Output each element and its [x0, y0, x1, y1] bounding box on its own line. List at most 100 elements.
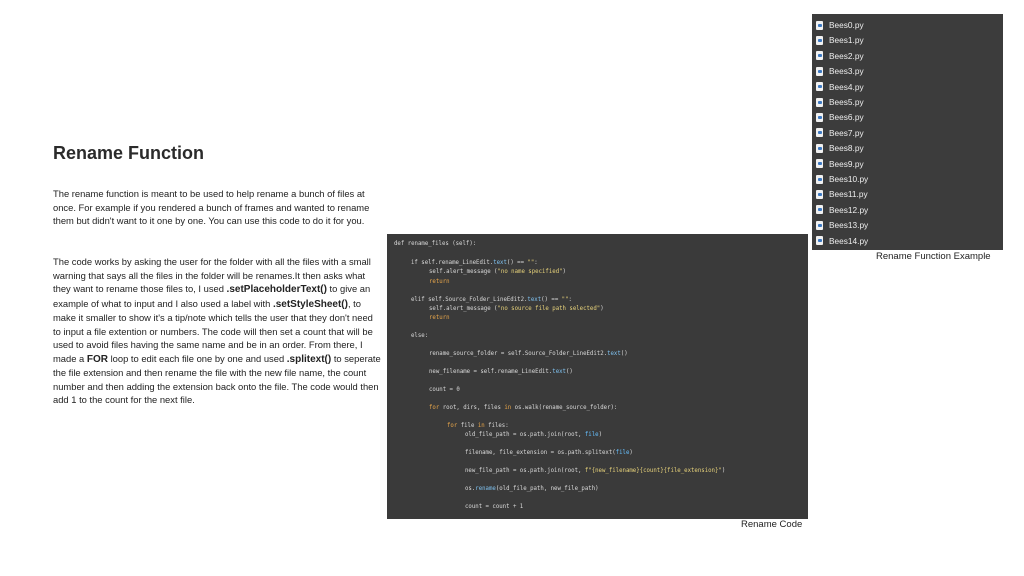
- file-name: Bees11.py: [829, 189, 868, 200]
- code-line: self.alert_message ("no name specified"): [429, 269, 566, 275]
- code-line: new_filename = self.rename_LineEdit.text…: [429, 369, 573, 375]
- code-token: self.alert_message (: [429, 269, 498, 275]
- python-file-icon: [816, 97, 823, 107]
- python-file-icon: [816, 35, 823, 45]
- code-line: def rename_files (self):: [394, 241, 476, 247]
- code-token: os.: [465, 486, 476, 492]
- python-file-icon: [816, 128, 823, 138]
- code-token: ): [562, 269, 566, 275]
- python-file-icon: [816, 143, 823, 153]
- method-setstylesheet: .setStyleSheet(): [272, 298, 348, 310]
- file-name: Bees13.py: [829, 220, 869, 231]
- file-item: Bees3.py: [816, 64, 864, 78]
- intro-paragraph: The rename function is meant to be used …: [53, 188, 370, 226]
- code-token: count = 0: [429, 387, 460, 393]
- python-file-icon: [816, 20, 823, 30]
- code-token: if self.rename_LineEdit.: [411, 260, 494, 266]
- file-item: Bees11.py: [816, 187, 868, 201]
- code-token: return: [429, 315, 450, 321]
- code-token: file: [615, 450, 630, 456]
- code-line: for file in files:: [447, 423, 509, 429]
- file-name: Bees10.py: [829, 174, 869, 184]
- code-token: self.alert_message (: [429, 306, 498, 312]
- code-token: (old_file_path, new_file_path): [495, 486, 599, 492]
- code-token: "no name specified": [497, 269, 563, 275]
- file-name: Bees7.py: [829, 127, 864, 138]
- file-item: Bees8.py: [816, 141, 864, 155]
- code-token: text: [552, 369, 566, 375]
- file-name: Bees3.py: [829, 66, 864, 77]
- code-caption: Rename Code: [741, 519, 803, 530]
- code-token: ): [598, 432, 602, 438]
- code-line: count = 0: [429, 387, 460, 393]
- code-token: def rename_files (self):: [394, 241, 477, 247]
- file-item: Bees0.py: [816, 18, 864, 32]
- code-line: else:: [411, 333, 428, 339]
- python-file-icon: [816, 236, 823, 246]
- code-token: file: [584, 432, 599, 438]
- code-token: ): [721, 468, 726, 474]
- code-line: elif self.Source_Folder_LineEdit2.text()…: [411, 297, 572, 303]
- code-token: rename_source_folder = self.Source_Folde…: [429, 351, 608, 357]
- code-token: new_file_path = os.path.join(root,: [465, 468, 585, 474]
- code-line: self.alert_message ("no source file path…: [429, 306, 604, 312]
- code-token: text: [607, 351, 621, 357]
- code-token: :: [568, 297, 572, 303]
- method-splitext: .splitext(): [286, 353, 332, 365]
- file-item: Bees14.py: [816, 234, 868, 248]
- file-name: Bees2.py: [829, 50, 864, 61]
- code-token: filename, file_extension = os.path.split…: [465, 450, 616, 456]
- file-name: Bees1.py: [829, 35, 864, 46]
- code-token: old_file_path = os.path.join(root,: [465, 432, 585, 438]
- code-token: () ==: [541, 297, 562, 303]
- code-line: filename, file_extension = os.path.split…: [465, 450, 633, 456]
- explanation-text-4: loop to edit each file one by one and us…: [107, 352, 287, 364]
- code-token: for: [429, 405, 440, 411]
- python-file-icon: [816, 82, 823, 92]
- code-token: () ==: [506, 260, 528, 266]
- code-token: :: [534, 260, 538, 266]
- code-token: rename: [475, 486, 496, 492]
- code-token: "": [561, 297, 569, 303]
- file-item: Bees12.py: [816, 203, 868, 217]
- code-line: new_file_path = os.path.join(root, f"{ne…: [465, 468, 725, 474]
- python-file-icon: [816, 159, 823, 169]
- file-item: Bees1.py: [816, 33, 864, 47]
- python-file-icon: [816, 66, 823, 76]
- file-name: Bees0.py: [829, 20, 864, 30]
- code-token: (): [620, 351, 628, 357]
- python-file-icon: [816, 174, 823, 184]
- code-token: text: [493, 260, 507, 266]
- file-item: Bees2.py: [816, 49, 864, 63]
- file-item: Bees7.py: [816, 126, 864, 140]
- file-item: Bees4.py: [816, 80, 864, 94]
- code-token: f"{new_filename}{count}{file_extension}": [584, 468, 722, 474]
- code-token: ): [629, 450, 633, 456]
- file-name: Bees5.py: [829, 97, 864, 107]
- method-setplaceholdertext: .setPlaceholderText(): [226, 284, 327, 295]
- code-line: count = count + 1: [465, 504, 523, 510]
- file-name: Bees12.py: [829, 204, 869, 215]
- explanation-paragraph: The code works by asking the user for th…: [53, 255, 383, 407]
- code-line: os.rename(old_file_path, new_file_path): [465, 486, 599, 492]
- file-name: Bees6.py: [829, 112, 864, 123]
- code-line: if self.rename_LineEdit.text() == "":: [411, 260, 538, 266]
- file-item: Bees9.py: [816, 157, 864, 171]
- code-token: ): [600, 306, 604, 312]
- code-token: count = count + 1: [465, 504, 524, 510]
- code-token: (): [565, 369, 573, 375]
- file-item: Bees13.py: [816, 218, 868, 232]
- code-token: new_filename = self.rename_LineEdit.: [429, 369, 553, 375]
- python-file-icon: [816, 205, 823, 215]
- code-token: return: [429, 279, 450, 285]
- code-line: old_file_path = os.path.join(root, file): [465, 432, 602, 438]
- section-title: Rename Function: [53, 143, 205, 163]
- file-item: Bees5.py: [816, 95, 864, 109]
- code-line: return: [429, 315, 450, 321]
- code-line: rename_source_folder = self.Source_Folde…: [429, 351, 628, 357]
- python-file-icon: [816, 51, 823, 61]
- keyword-for: FOR: [86, 353, 108, 365]
- file-name: Bees14.py: [829, 235, 869, 246]
- code-token: in: [477, 423, 485, 429]
- python-file-icon: [816, 189, 823, 199]
